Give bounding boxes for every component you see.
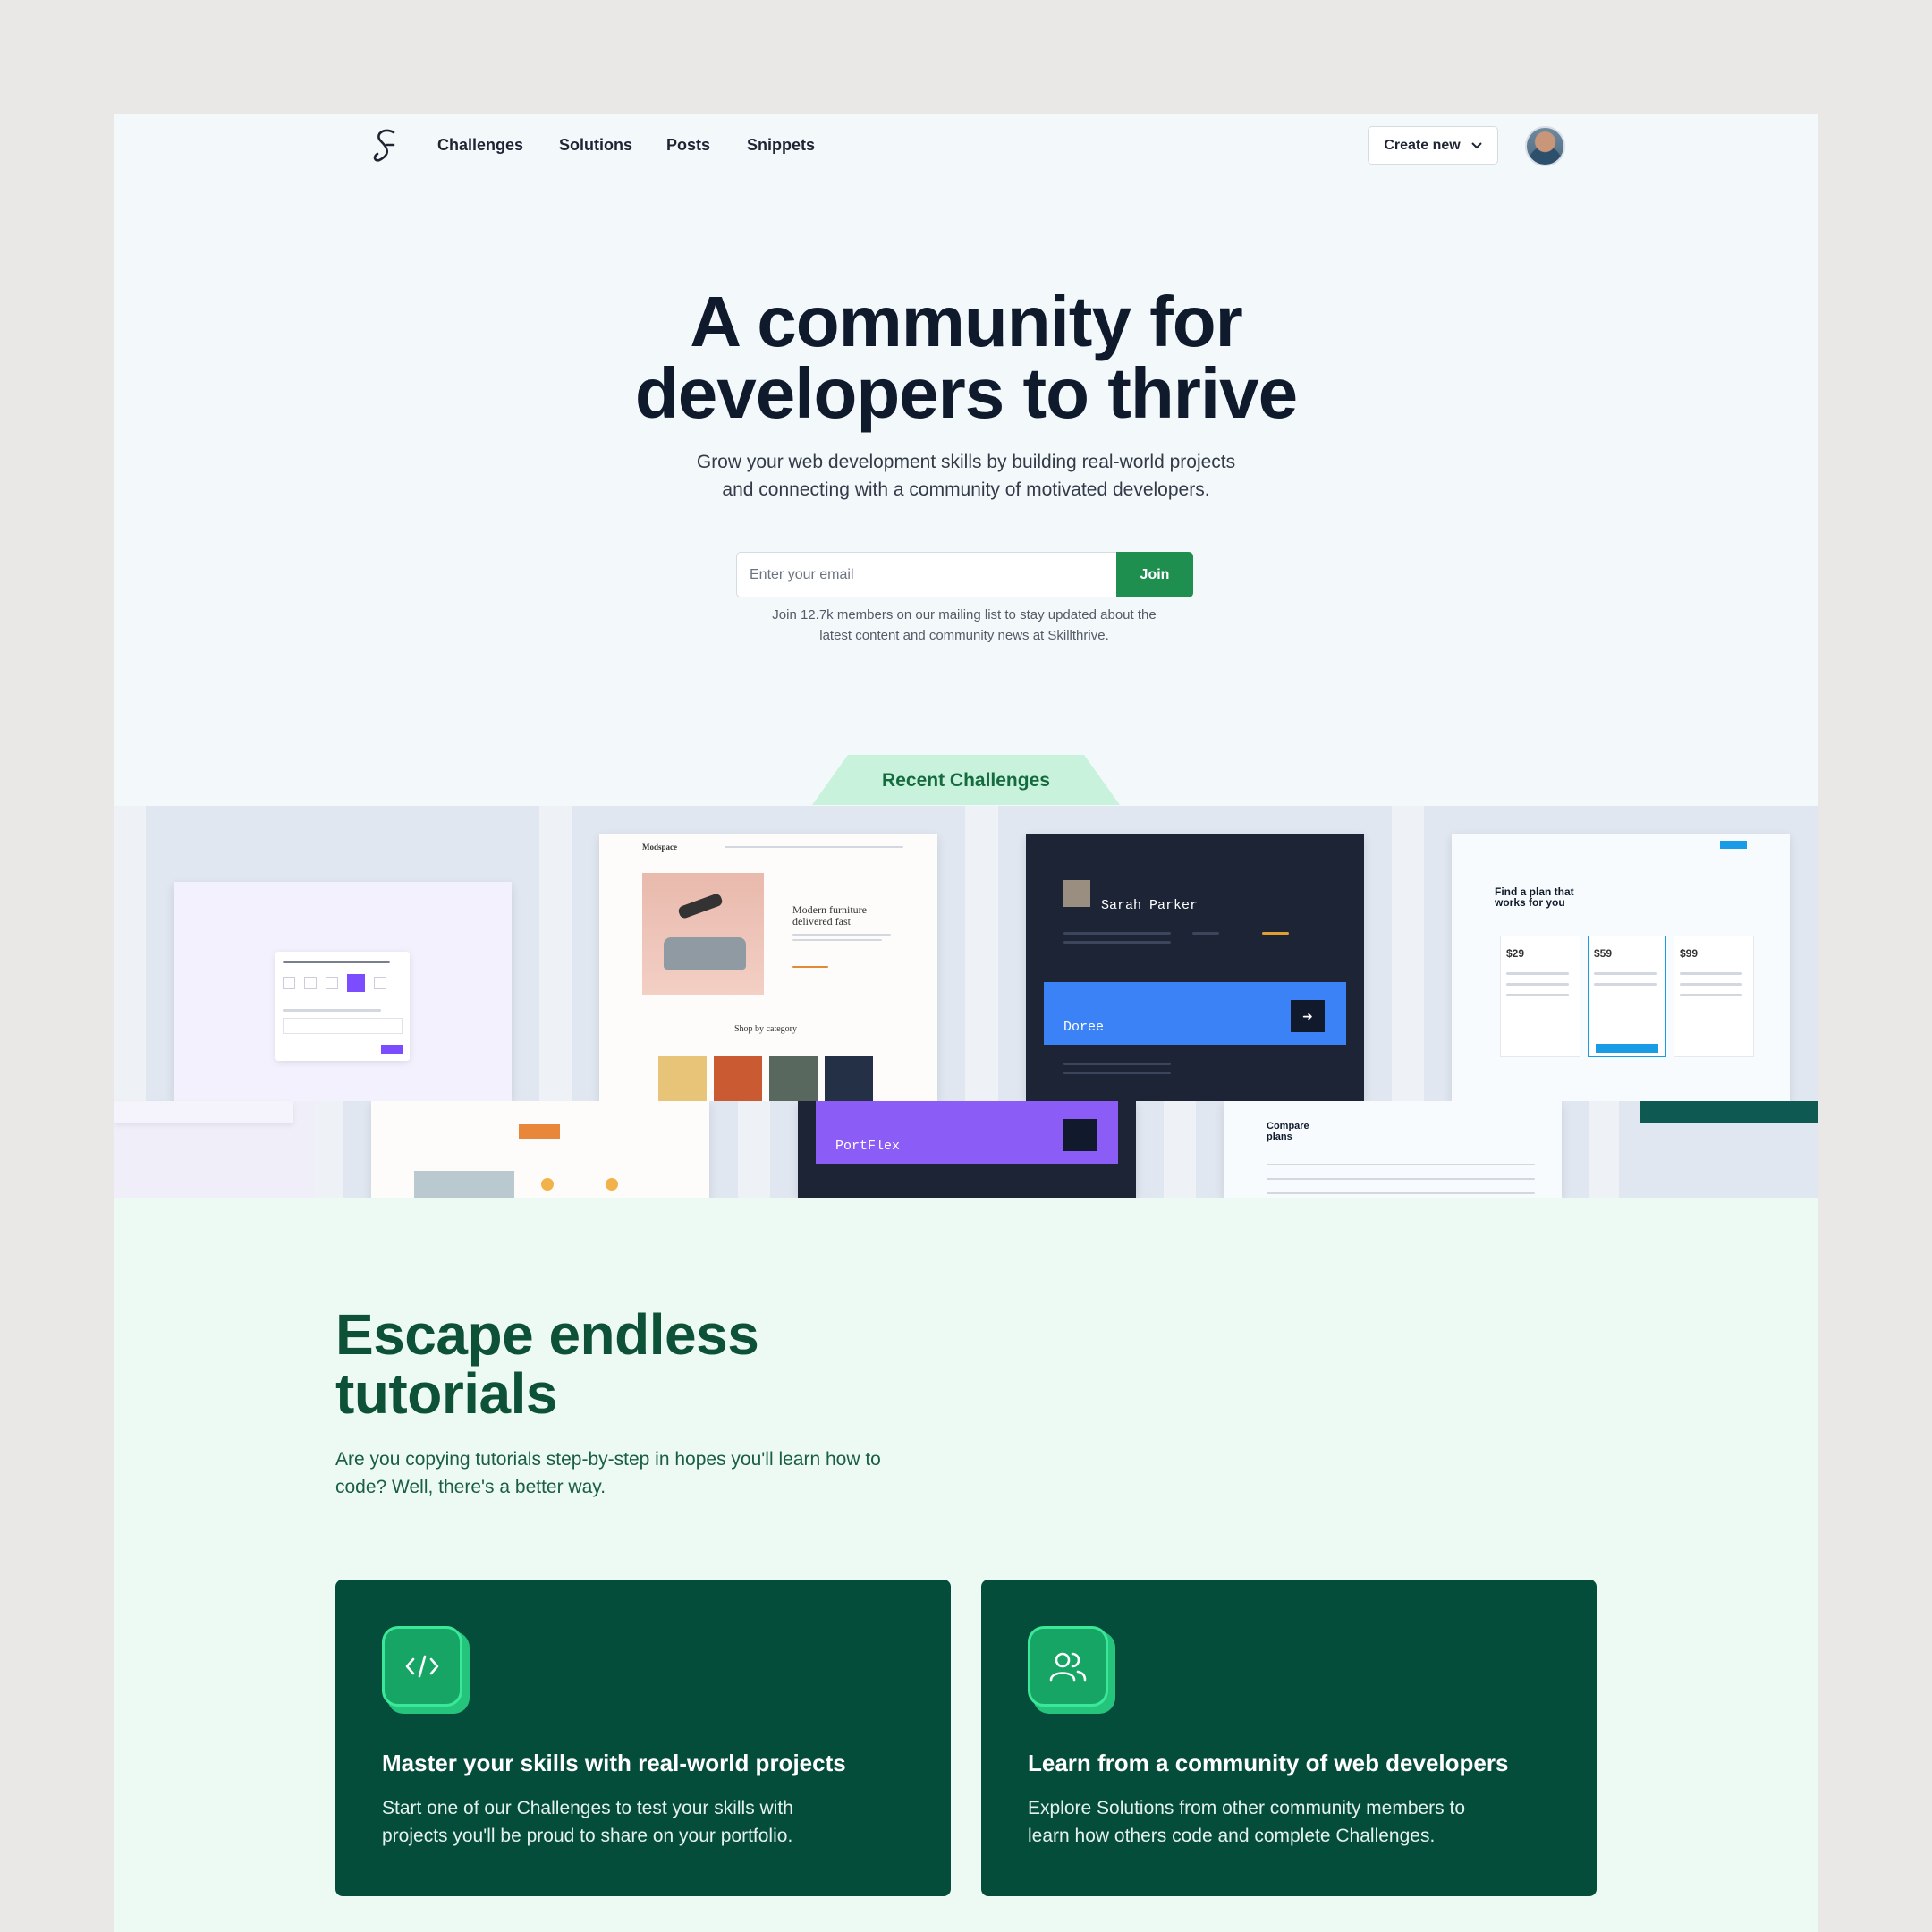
- feature-title-community: Learn from a community of web developers: [1028, 1750, 1509, 1776]
- plan-basic: $29: [1500, 936, 1580, 1057]
- feature-text-community-line1: Explore Solutions from other community m…: [1028, 1798, 1466, 1818]
- nav-challenges[interactable]: Challenges: [437, 136, 523, 155]
- mailing-note-line1: Join 12.7k members on our mailing list t…: [772, 607, 1157, 623]
- rating-preview: [174, 882, 512, 1101]
- escape-subtitle-line2: code? Well, there's a better way.: [335, 1477, 606, 1497]
- profile-photo: [1063, 880, 1090, 907]
- price-business: $99: [1680, 947, 1699, 960]
- feature-card-community[interactable]: Learn from a community of web developers…: [981, 1580, 1597, 1896]
- challenges-gallery: Modspace Modern furniture delivered fast…: [114, 806, 1818, 1198]
- join-button[interactable]: Join: [1116, 552, 1193, 597]
- portflex-banner: PortFlex: [816, 1101, 1118, 1164]
- portfolio-name: Sarah Parker: [1101, 898, 1199, 913]
- furniture-headline-2: delivered fast: [792, 915, 851, 928]
- feature-text-projects-line1: Start one of our Challenges to test your…: [382, 1798, 793, 1818]
- escape-title-line1: Escape endless: [335, 1302, 759, 1367]
- challenge-card-rating[interactable]: [146, 806, 539, 1101]
- challenge-card-furniture-2[interactable]: [343, 1101, 738, 1198]
- challenge-card-compare[interactable]: Compare plans: [1196, 1101, 1589, 1198]
- escape-section: Escape endless tutorials Are you copying…: [114, 1198, 1818, 1932]
- compare-heading-1: Compare: [1267, 1121, 1309, 1131]
- challenge-card-portfolio[interactable]: Sarah Parker Doree ➜: [998, 806, 1392, 1101]
- shop-by-category: Shop by category: [734, 1024, 797, 1034]
- challenge-card-furniture[interactable]: Modspace Modern furniture delivered fast…: [572, 806, 965, 1101]
- price-basic: $29: [1506, 947, 1525, 960]
- escape-title: Escape endless tutorials: [335, 1305, 962, 1423]
- challenge-card-extra[interactable]: [1619, 1101, 1818, 1198]
- skillthrive-logo[interactable]: [367, 127, 402, 166]
- sofa-image: [642, 873, 764, 995]
- pricing-preview: Find a plan that works for you $29 $59 $…: [1452, 834, 1790, 1101]
- chevron-down-icon: [1470, 141, 1482, 148]
- feature-title-projects: Master your skills with real-world proje…: [382, 1750, 846, 1776]
- project-banner: Doree ➜: [1044, 982, 1346, 1045]
- challenge-card-portflex[interactable]: PortFlex: [770, 1101, 1164, 1198]
- settings-icon: [1063, 1119, 1097, 1151]
- escape-title-line2: tutorials: [335, 1361, 557, 1426]
- mailing-list-note: Join 12.7k members on our mailing list t…: [732, 605, 1197, 646]
- mailing-note-line2: latest content and community news at Ski…: [819, 628, 1109, 643]
- avatar[interactable]: [1525, 126, 1565, 166]
- compare-preview: Compare plans: [1224, 1101, 1562, 1198]
- feature-text-projects: Start one of our Challenges to test your…: [382, 1794, 883, 1850]
- furniture-lower-preview: [371, 1101, 709, 1198]
- rating-scale: [283, 974, 386, 992]
- rating-dialog: [275, 952, 410, 1061]
- plan-business: $99: [1674, 936, 1754, 1057]
- feature-card-projects[interactable]: Master your skills with real-world proje…: [335, 1580, 951, 1896]
- email-input[interactable]: [736, 552, 1116, 597]
- challenge-card-pricing[interactable]: Find a plan that works for you $29 $59 $…: [1424, 806, 1818, 1101]
- portfolio-preview: Sarah Parker Doree ➜: [1026, 834, 1364, 1101]
- page: Challenges Solutions Posts Snippets Crea…: [114, 114, 1818, 1932]
- hero-subtitle-line2: and connecting with a community of motiv…: [722, 479, 1210, 500]
- arrow-icon: ➜: [1291, 1000, 1325, 1032]
- hero-subtitle: Grow your web development skills by buil…: [653, 448, 1279, 504]
- hero-subtitle-line1: Grow your web development skills by buil…: [696, 452, 1236, 472]
- furniture-brand: Modspace: [642, 843, 677, 852]
- top-navigation: Challenges Solutions Posts Snippets Crea…: [114, 114, 1818, 177]
- portflex-title: PortFlex: [835, 1139, 901, 1154]
- nav-solutions[interactable]: Solutions: [559, 136, 632, 155]
- create-new-label: Create new: [1384, 137, 1461, 153]
- escape-subtitle-line1: Are you copying tutorials step-by-step i…: [335, 1449, 881, 1470]
- code-icon: [382, 1626, 470, 1714]
- pricing-heading-2: works for you: [1495, 896, 1565, 909]
- nav-posts[interactable]: Posts: [666, 136, 710, 155]
- hero-title-line1: A community for: [690, 282, 1243, 361]
- feature-text-community-line2: learn how others code and complete Chall…: [1028, 1826, 1436, 1846]
- create-new-button[interactable]: Create new: [1368, 126, 1498, 165]
- plan-pro: $59: [1588, 936, 1666, 1057]
- furniture-preview: Modspace Modern furniture delivered fast…: [599, 834, 937, 1101]
- escape-subtitle: Are you copying tutorials step-by-step i…: [335, 1445, 962, 1501]
- signup-form: Join: [736, 552, 1193, 597]
- compare-heading-2: plans: [1267, 1131, 1292, 1142]
- nav-snippets[interactable]: Snippets: [747, 136, 815, 155]
- portfolio-project: Doree: [1063, 1020, 1105, 1035]
- price-pro: $59: [1594, 947, 1613, 960]
- rating-preview-edge: [114, 1101, 293, 1123]
- hero-title: A community for developers to thrive: [114, 286, 1818, 429]
- hero-title-line2: developers to thrive: [634, 353, 1298, 433]
- recent-challenges-label: Recent Challenges: [882, 770, 1050, 791]
- portflex-preview: PortFlex: [798, 1101, 1136, 1198]
- feature-text-projects-line2: projects you'll be proud to share on you…: [382, 1826, 793, 1846]
- users-icon: [1028, 1626, 1115, 1714]
- feature-text-community: Explore Solutions from other community m…: [1028, 1794, 1529, 1850]
